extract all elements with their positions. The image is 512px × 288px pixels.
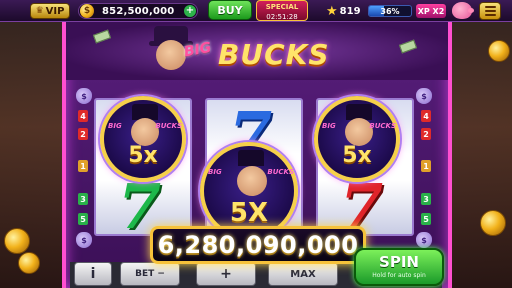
coin-balance-value: 852,500,000 <box>102 5 175 17</box>
logo-bucks-text: BUCKS <box>218 38 330 71</box>
payline-number: 3 <box>78 193 88 205</box>
star-icon: ★ <box>326 3 338 19</box>
spin-button[interactable]: SPIN Hold for auto spin <box>354 248 444 286</box>
crown-icon: ♛ <box>35 6 44 16</box>
coin-decoration <box>488 40 510 62</box>
spin-hint: Hold for auto spin <box>372 272 426 279</box>
multiplier-value: 5x <box>342 143 372 168</box>
multiplier-value: 5x <box>128 143 158 168</box>
money-bag-icon: $ <box>76 88 92 104</box>
top-bar: ♛ VIP $ 852,500,000 + BUY SPECIAL 02:51:… <box>0 0 512 22</box>
special-offer-button[interactable]: SPECIAL 02:51:28 <box>256 0 308 21</box>
menu-button[interactable] <box>479 2 501 20</box>
payline-number: 3 <box>421 193 431 205</box>
hamburger-icon <box>484 6 496 8</box>
max-bet-button[interactable]: MAX <box>268 262 338 286</box>
badge-brand-left: BIG <box>108 122 122 130</box>
bet-increase-button[interactable]: + <box>196 262 256 286</box>
win-amount-display: 6,280,090,000 <box>150 226 366 264</box>
badge-brand-right: BUCKS <box>155 122 182 130</box>
special-label: SPECIAL <box>265 3 299 11</box>
badge-brand-right: BUCKS <box>267 168 294 176</box>
vip-button[interactable]: ♛ VIP <box>30 3 70 19</box>
multiplier-wild-symbol: BIG BUCKS 5x <box>314 96 400 182</box>
coin-decoration <box>480 210 506 236</box>
piggy-bank-icon[interactable] <box>452 2 474 19</box>
spin-label: SPIN <box>379 253 419 271</box>
multiplier-wild-symbol: BIG BUCKS 5x <box>100 96 186 182</box>
star-count: 819 <box>339 5 361 17</box>
badge-brand-left: BIG <box>322 122 336 130</box>
info-button[interactable]: i <box>74 262 112 286</box>
buy-button[interactable]: BUY <box>208 0 252 20</box>
payline-number: 5 <box>78 213 88 225</box>
win-amount: 6,280,090,000 <box>157 231 359 259</box>
xp-percent: 36% <box>380 6 400 16</box>
xp-progress-bar: 36% <box>368 5 412 17</box>
payline-number: 2 <box>78 128 88 140</box>
money-bag-icon: $ <box>416 232 432 248</box>
star-counter: ★ 819 <box>326 3 366 19</box>
payline-number: 2 <box>421 128 431 140</box>
payline-number: 4 <box>421 110 431 122</box>
badge-brand-left: BIG <box>208 168 222 176</box>
mascot-face <box>156 40 186 70</box>
game-screen: ♛ VIP $ 852,500,000 + BUY SPECIAL 02:51:… <box>0 0 512 288</box>
payline-number: 5 <box>421 213 431 225</box>
logo-big-text: BIG <box>182 39 213 61</box>
payline-number: 1 <box>78 160 88 172</box>
payline-number: 1 <box>421 160 431 172</box>
coin-decoration <box>18 252 40 274</box>
badge-brand-right: BUCKS <box>369 122 396 130</box>
xp-multiplier-badge: XP X2 <box>416 4 446 18</box>
special-timer: 02:51:28 <box>266 13 298 21</box>
add-coins-button[interactable]: + <box>184 5 196 17</box>
coin-icon: $ <box>80 4 94 18</box>
money-bag-icon: $ <box>76 232 92 248</box>
money-bag-icon: $ <box>416 88 432 104</box>
machine-header: BIG BUCKS <box>66 22 448 80</box>
coin-balance: $ 852,500,000 + <box>78 3 198 19</box>
bet-decrease-button[interactable]: BET − <box>120 262 180 286</box>
multiplier-value: 5X <box>229 198 269 228</box>
vip-label: VIP <box>45 5 65 17</box>
coin-decoration <box>4 228 30 254</box>
payline-number: 4 <box>78 110 88 122</box>
